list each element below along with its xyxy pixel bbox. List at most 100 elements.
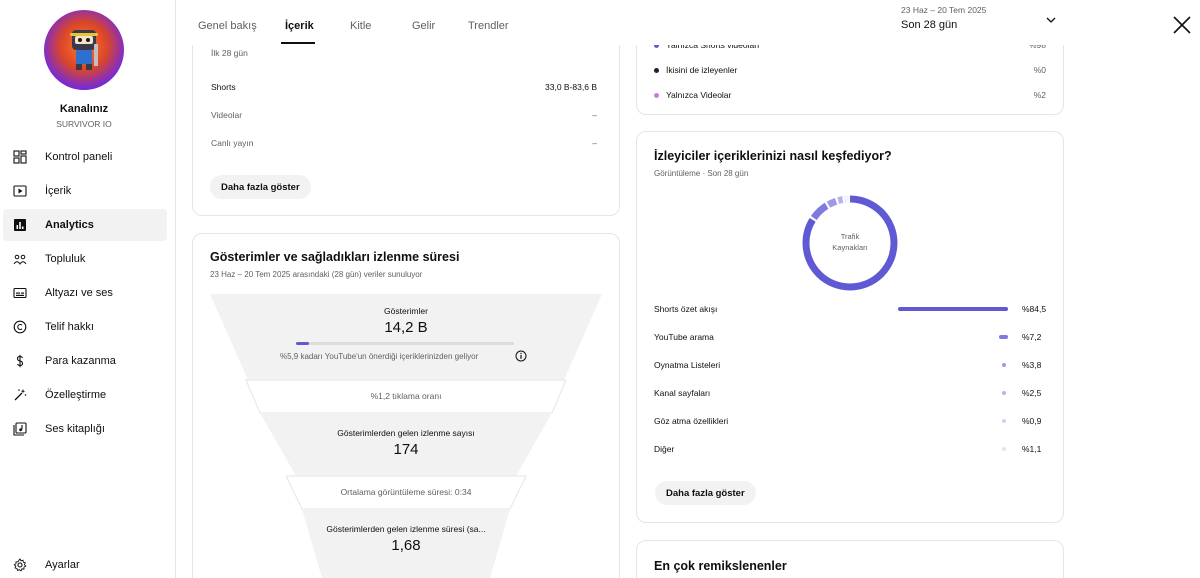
date-range-text[interactable]: 23 Haz – 20 Tem 2025: [901, 5, 986, 15]
content-icon: [13, 185, 27, 197]
traffic-source-label: Diğer: [654, 444, 675, 454]
impressions-funnel: Gösterimler 14,2 B %5,9 kadarı YouTube'u…: [210, 294, 602, 578]
row-value-videos: –: [592, 110, 597, 120]
top-remixed-card: En çok remikslenenler: [636, 540, 1064, 578]
period-select[interactable]: Son 28 gün: [901, 19, 957, 31]
row-label-videos: Videolar: [211, 110, 243, 120]
watch-time-label: Gösterimlerden gelen izlenme süresi (sa.…: [326, 524, 486, 534]
sidebar-item-label: Topluluk: [45, 253, 86, 265]
channel-handle: SURVIVOR IO: [56, 119, 112, 129]
traffic-source-label: YouTube arama: [654, 332, 714, 342]
impressions-label: Gösterimler: [384, 306, 428, 316]
traffic-source-value: %3,8: [1022, 360, 1042, 370]
sidebar-item-label: Telif hakkı: [45, 321, 94, 333]
traffic-source-label: Shorts özet akışı: [654, 304, 718, 314]
active-tab-indicator: [281, 42, 315, 44]
chevron-down-icon[interactable]: [1045, 14, 1057, 26]
legend-dot: [654, 68, 659, 73]
sidebar-item-label: Analytics: [45, 219, 94, 231]
sidebar-item-label: Özelleştirme: [45, 389, 107, 401]
sidebar-item-analytics[interactable]: Analytics: [3, 209, 167, 241]
traffic-source-bar: [998, 335, 1008, 339]
traffic-source-bar: [1002, 447, 1006, 451]
row-value-videos-only: %2: [1033, 90, 1046, 100]
traffic-source-label: Kanal sayfaları: [654, 388, 711, 398]
donut-label-line2: Kaynakları: [832, 243, 868, 252]
traffic-source-label: Göz atma özellikleri: [654, 416, 729, 426]
row-value-both: %0: [1033, 65, 1046, 75]
character-icon: [70, 30, 98, 70]
channel-avatar[interactable]: [44, 10, 124, 90]
card-subtitle: Görüntüleme · Son 28 gün: [654, 169, 749, 178]
tab-revenue[interactable]: Gelir: [412, 20, 435, 32]
sidebar: Kanalınız SURVIVOR IO Kontrol paneli İçe…: [0, 0, 176, 578]
info-icon[interactable]: [515, 350, 527, 362]
donut-label-line1: Trafik: [840, 232, 860, 241]
subtitles-icon: [13, 287, 27, 299]
views-stage: Gösterimlerden gelen izlenme sayısı 174: [306, 428, 506, 458]
card-title: İzleyiciler içeriklerinizi nasıl keşfedi…: [654, 149, 892, 163]
tab-trends[interactable]: Trendler: [468, 20, 509, 32]
gear-icon: [13, 558, 27, 572]
watch-time-stage: Gösterimlerden gelen izlenme süresi (sa.…: [306, 524, 506, 554]
watch-time-value: 1,68: [391, 537, 421, 554]
row-label-both: İkisini de izleyenler: [666, 65, 738, 75]
donut-center-label: Trafik Kaynakları: [810, 231, 890, 253]
sidebar-item-settings[interactable]: Ayarlar: [3, 549, 167, 578]
card-subtitle: 23 Haz – 20 Tem 2025 arasındaki (28 gün)…: [210, 270, 423, 279]
monetization-icon: [16, 354, 24, 368]
traffic-source-bar: [1002, 391, 1006, 395]
sidebar-item-audio-library[interactable]: Ses kitaplığı: [3, 413, 167, 445]
row-label-shorts: Shorts: [211, 82, 236, 92]
card-title: Gösterimler ve sağladıkları izlenme süre…: [210, 250, 460, 264]
impressions-stage: Gösterimler 14,2 B: [306, 306, 506, 336]
card-subtitle: İlk 28 gün: [211, 48, 248, 58]
sidebar-item-community[interactable]: Topluluk: [3, 243, 167, 275]
channel-name: Kanalınız: [59, 103, 109, 115]
sidebar-item-label: Para kazanma: [45, 355, 116, 367]
traffic-source-bar: [1002, 363, 1006, 367]
traffic-source-value: %1,1: [1022, 444, 1042, 454]
traffic-source-value: %0,9: [1022, 416, 1042, 426]
close-icon[interactable]: [1171, 14, 1193, 36]
dashboard-icon: [13, 150, 27, 164]
row-label-live: Canlı yayın: [211, 138, 254, 148]
row-value-live: –: [592, 138, 597, 148]
sidebar-item-dashboard[interactable]: Kontrol paneli: [3, 141, 167, 173]
legend-dot: [654, 93, 659, 98]
top-bar: Genel bakış İçerik Kitle Gelir Trendler …: [177, 0, 1200, 45]
row-value-shorts: 33,0 B-83,6 B: [545, 82, 597, 92]
community-icon: [13, 254, 27, 265]
tab-overview[interactable]: Genel bakış: [198, 20, 257, 32]
sidebar-item-content[interactable]: İçerik: [3, 175, 167, 207]
traffic-source-value: %7,2: [1022, 332, 1042, 342]
analytics-icon: [14, 219, 26, 231]
views-value: 174: [393, 441, 419, 458]
sidebar-item-customization[interactable]: Özelleştirme: [3, 379, 167, 411]
recommended-progress-fill: [296, 342, 309, 345]
recommended-note: %5,9 kadarı YouTube'un önerdiği içerikle…: [280, 352, 479, 361]
customization-icon: [14, 389, 27, 401]
traffic-source-label: Oynatma Listeleri: [654, 360, 721, 370]
sidebar-item-monetization[interactable]: Para kazanma: [3, 345, 167, 377]
impressions-value: 14,2 B: [384, 319, 428, 336]
sidebar-item-copyright[interactable]: Telif hakkı: [3, 311, 167, 343]
sidebar-item-label: Altyazı ve ses: [45, 287, 113, 299]
sidebar-item-subtitles[interactable]: Altyazı ve ses: [3, 277, 167, 309]
sidebar-item-label: Ses kitaplığı: [45, 423, 105, 435]
row-label-videos-only: Yalnızca Videolar: [666, 90, 732, 100]
traffic-source-value: %84,5: [1022, 304, 1047, 314]
show-more-button[interactable]: Daha fazla göster: [210, 175, 311, 199]
traffic-source-value: %2,5: [1022, 388, 1042, 398]
recommended-progress-track: [296, 342, 514, 345]
views-label: Gösterimlerden gelen izlenme sayısı: [337, 428, 475, 438]
traffic-show-more-button[interactable]: Daha fazla göster: [655, 481, 756, 505]
tab-content[interactable]: İçerik: [285, 20, 314, 32]
sidebar-item-label: Kontrol paneli: [45, 151, 113, 163]
card-title: En çok remikslenenler: [654, 559, 787, 573]
tab-audience[interactable]: Kitle: [350, 20, 371, 32]
sidebar-item-label: Ayarlar: [45, 559, 80, 571]
sidebar-item-label: İçerik: [45, 185, 72, 197]
audio-library-icon: [13, 422, 27, 436]
avg-duration-text: Ortalama görüntüleme süresi: 0:34: [340, 487, 472, 497]
